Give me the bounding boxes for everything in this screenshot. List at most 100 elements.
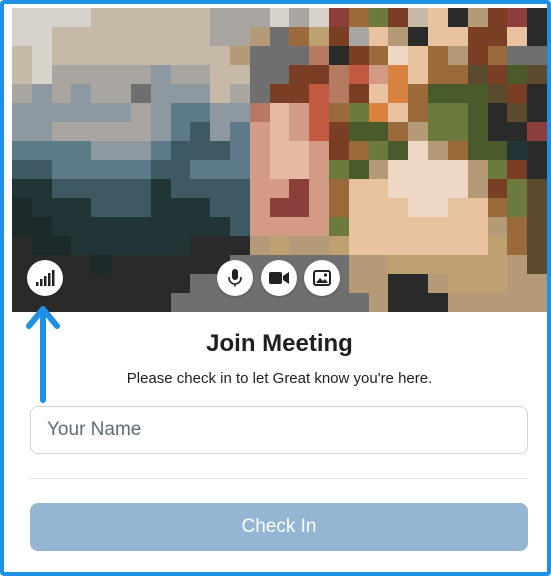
video-pixel — [12, 217, 33, 237]
video-pixel — [447, 255, 469, 275]
video-pixel — [170, 65, 192, 85]
video-pixel — [229, 198, 251, 218]
video-pixel — [447, 160, 469, 180]
video-pixel — [31, 8, 53, 28]
connection-quality-button[interactable] — [27, 260, 63, 296]
video-pixel — [71, 141, 93, 161]
video-pixel — [507, 160, 529, 180]
video-pixel — [111, 160, 132, 180]
video-pixel — [428, 46, 449, 66]
video-pixel — [130, 293, 152, 312]
video-pixel — [111, 84, 132, 104]
video-pixel — [408, 103, 430, 123]
video-pixel — [309, 27, 331, 47]
video-pixel — [150, 236, 172, 256]
video-pixel — [111, 236, 132, 256]
video-pixel — [487, 160, 509, 180]
video-pixel — [408, 141, 430, 161]
camera-button[interactable] — [261, 260, 297, 296]
video-pixel — [428, 141, 449, 161]
video-pixel — [447, 198, 469, 218]
video-pixel — [229, 103, 251, 123]
video-pixel — [329, 179, 350, 199]
video-pixel — [91, 293, 113, 312]
video-pixel — [289, 141, 311, 161]
video-pixel — [527, 27, 547, 47]
video-pixel — [368, 8, 390, 28]
video-pixel — [368, 141, 390, 161]
video-pixel — [210, 122, 231, 142]
video-pixel — [507, 84, 529, 104]
video-pixel — [487, 122, 509, 142]
video-pixel — [527, 65, 547, 85]
video-pixel — [428, 179, 449, 199]
video-pixel — [190, 46, 212, 66]
video-pixel — [170, 160, 192, 180]
video-pixel — [527, 122, 547, 142]
video-pixel — [447, 65, 469, 85]
video-pixel — [447, 103, 469, 123]
video-pixel — [111, 255, 132, 275]
video-pixel — [12, 160, 33, 180]
microphone-button[interactable] — [217, 260, 253, 296]
video-pixel — [408, 160, 430, 180]
background-image-button[interactable] — [304, 260, 340, 296]
video-pixel — [130, 8, 152, 28]
video-pixel — [348, 217, 370, 237]
video-pixel — [249, 27, 271, 47]
video-pixel — [71, 198, 93, 218]
video-pixel — [467, 255, 489, 275]
video-pixel — [388, 84, 410, 104]
video-pixel — [507, 122, 529, 142]
video-pixel — [91, 27, 113, 47]
video-pixel — [190, 103, 212, 123]
video-pixel — [150, 198, 172, 218]
video-pixel — [428, 84, 449, 104]
video-pixel — [309, 160, 331, 180]
video-pixel — [51, 198, 73, 218]
video-pixel — [249, 141, 271, 161]
check-in-button[interactable]: Check In — [30, 503, 528, 551]
video-pixel — [190, 217, 212, 237]
video-pixel — [289, 46, 311, 66]
video-pixel — [467, 46, 489, 66]
video-pixel — [447, 46, 469, 66]
video-pixel — [388, 274, 410, 294]
video-pixel — [170, 84, 192, 104]
video-pixel — [467, 103, 489, 123]
video-pixel — [111, 198, 132, 218]
video-pixel — [368, 293, 390, 312]
video-pixel — [507, 179, 529, 199]
video-pixel — [229, 141, 251, 161]
video-pixel — [467, 141, 489, 161]
name-input[interactable] — [30, 406, 528, 454]
video-pixel — [210, 8, 231, 28]
video-pixel — [150, 46, 172, 66]
video-pixel — [447, 27, 469, 47]
video-pixel — [388, 160, 410, 180]
video-pixel — [12, 122, 33, 142]
video-pixel — [467, 27, 489, 47]
video-pixel — [31, 46, 53, 66]
video-pixel — [31, 179, 53, 199]
video-pixel — [71, 65, 93, 85]
video-pixel — [408, 274, 430, 294]
video-pixel — [507, 236, 529, 256]
video-pixel — [170, 103, 192, 123]
video-pixel — [71, 255, 93, 275]
video-pixel — [527, 255, 547, 275]
video-pixel — [269, 217, 291, 237]
video-pixel — [210, 103, 231, 123]
video-pixel — [51, 8, 73, 28]
video-pixel — [507, 293, 529, 312]
video-pixel — [309, 236, 331, 256]
video-pixel — [447, 8, 469, 28]
video-pixel — [31, 65, 53, 85]
video-pixel — [348, 198, 370, 218]
video-pixel — [51, 65, 73, 85]
video-pixel — [368, 46, 390, 66]
video-pixel — [507, 46, 529, 66]
video-pixel — [190, 141, 212, 161]
video-pixel — [289, 122, 311, 142]
video-pixel — [527, 103, 547, 123]
